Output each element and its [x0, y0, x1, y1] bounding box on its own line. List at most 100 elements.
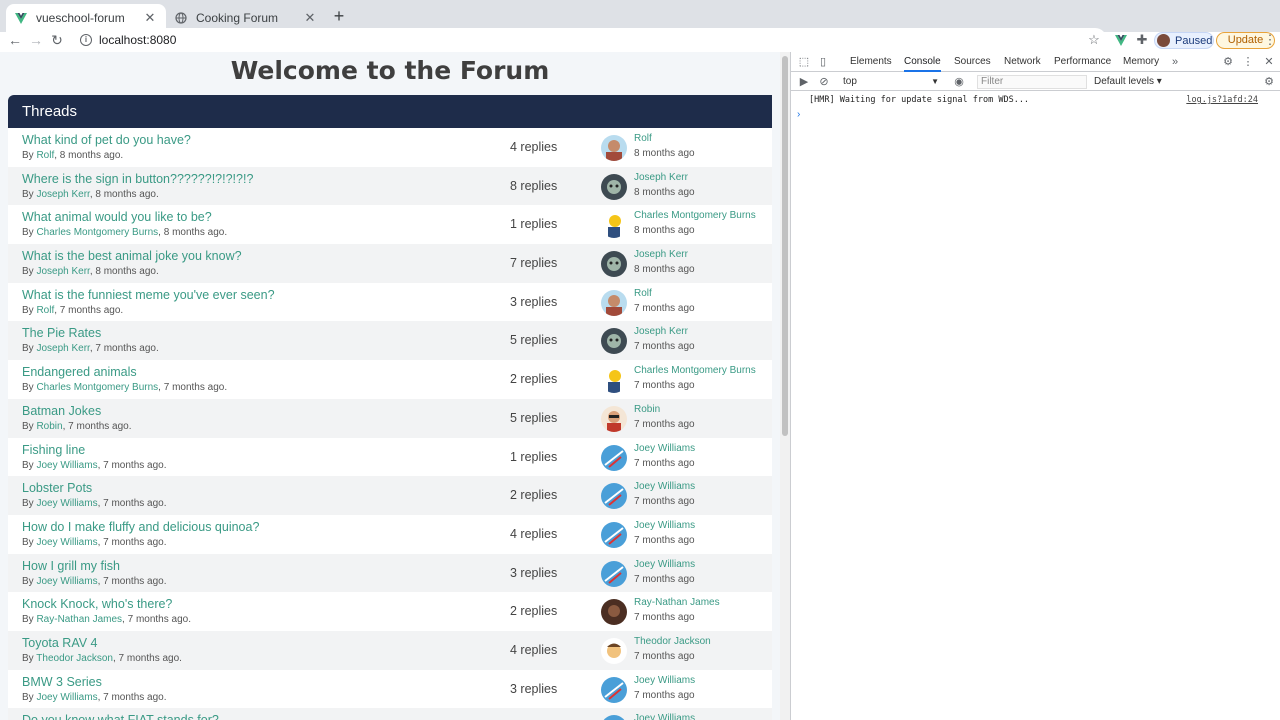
last-reply-user-link[interactable]: Ray-Nathan James: [634, 597, 720, 608]
clear-console-icon[interactable]: ⊘: [817, 75, 831, 89]
eye-icon[interactable]: ◉: [952, 75, 966, 89]
back-icon[interactable]: ←: [6, 32, 24, 48]
levels-dropdown[interactable]: Default levels ▾: [1094, 75, 1162, 89]
thread-title-link[interactable]: The Pie Rates: [22, 326, 101, 340]
avatar[interactable]: [601, 483, 627, 510]
thread-title-link[interactable]: How I grill my fish: [22, 559, 120, 573]
thread-title-link[interactable]: What is the best animal joke you know?: [22, 249, 242, 263]
thread-author-link[interactable]: Theodor Jackson: [36, 653, 113, 664]
info-icon[interactable]: i: [80, 34, 92, 46]
thread-author-link[interactable]: Charles Montgomery Burns: [36, 227, 158, 238]
reload-icon[interactable]: ↻: [48, 32, 66, 48]
thread-title-link[interactable]: Where is the sign in button??????!?!?!?!…: [22, 172, 253, 186]
avatar[interactable]: [601, 676, 627, 703]
thread-author-link[interactable]: Joey Williams: [36, 576, 97, 587]
vue-devtools-icon[interactable]: [1113, 32, 1129, 48]
thread-author-link[interactable]: Joseph Kerr: [36, 189, 89, 200]
thread-author-link[interactable]: Charles Montgomery Burns: [36, 382, 158, 393]
thread-author-link[interactable]: Rolf: [36, 150, 54, 161]
last-reply-user-link[interactable]: Joey Williams: [634, 520, 695, 531]
star-icon[interactable]: ☆: [1086, 32, 1102, 48]
forward-icon[interactable]: →: [27, 32, 45, 48]
inspect-icon[interactable]: ⬚: [797, 55, 811, 69]
last-reply-user-link[interactable]: Theodor Jackson: [634, 636, 711, 647]
last-reply-user-link[interactable]: Joseph Kerr: [634, 172, 688, 183]
scrollbar-thumb[interactable]: [782, 56, 788, 436]
avatar[interactable]: [601, 444, 627, 471]
more-tabs-icon[interactable]: »: [1168, 55, 1182, 69]
last-reply-user-link[interactable]: Joey Williams: [634, 713, 695, 720]
last-reply-user-link[interactable]: Rolf: [634, 288, 652, 299]
devtools-tab-performance[interactable]: Performance: [1054, 52, 1111, 72]
thread-title-link[interactable]: Batman Jokes: [22, 404, 101, 418]
thread-author-link[interactable]: Joseph Kerr: [36, 266, 89, 277]
avatar[interactable]: [601, 328, 627, 355]
avatar[interactable]: [601, 715, 627, 720]
devtools-tab-console[interactable]: Console: [904, 52, 941, 72]
extensions-icon[interactable]: ✚: [1134, 32, 1150, 48]
new-tab-button[interactable]: +: [330, 7, 348, 26]
last-reply-user-link[interactable]: Robin: [634, 404, 660, 415]
avatar[interactable]: [601, 251, 627, 278]
profile-paused-button[interactable]: Paused: [1154, 32, 1214, 49]
last-reply-user-link[interactable]: Joseph Kerr: [634, 326, 688, 337]
thread-author-link[interactable]: Joey Williams: [36, 537, 97, 548]
address-bar[interactable]: i localhost:8080: [72, 28, 1107, 52]
avatar[interactable]: [601, 367, 627, 394]
last-reply-user-link[interactable]: Joey Williams: [634, 559, 695, 570]
last-reply-user-link[interactable]: Joey Williams: [634, 481, 695, 492]
close-icon[interactable]: ✕: [142, 10, 158, 26]
avatar[interactable]: [601, 212, 627, 239]
thread-author-link[interactable]: Rolf: [36, 305, 54, 316]
thread-title-link[interactable]: What animal would you like to be?: [22, 210, 212, 224]
thread-title-link[interactable]: Fishing line: [22, 443, 85, 457]
thread-author-link[interactable]: Joey Williams: [36, 460, 97, 471]
avatar[interactable]: [601, 289, 627, 316]
thread-author-link[interactable]: Joseph Kerr: [36, 343, 89, 354]
thread-author-link[interactable]: Ray-Nathan James: [36, 614, 122, 625]
thread-title-link[interactable]: Lobster Pots: [22, 481, 92, 495]
devtools-tab-sources[interactable]: Sources: [954, 52, 991, 72]
thread-title-link[interactable]: Toyota RAV 4: [22, 636, 98, 650]
thread-author-link[interactable]: Joey Williams: [36, 692, 97, 703]
context-select[interactable]: top ▼: [843, 75, 939, 89]
device-toolbar-icon[interactable]: ▯: [816, 55, 830, 69]
devtools-tab-elements[interactable]: Elements: [850, 52, 892, 72]
last-reply-user-link[interactable]: Joey Williams: [634, 443, 695, 454]
avatar[interactable]: [601, 405, 627, 432]
devtools-tab-memory[interactable]: Memory: [1123, 52, 1159, 72]
thread-author-link[interactable]: Joey Williams: [36, 498, 97, 509]
avatar[interactable]: [601, 521, 627, 548]
avatar[interactable]: [601, 173, 627, 200]
avatar[interactable]: [601, 599, 627, 626]
last-reply-user-link[interactable]: Joseph Kerr: [634, 249, 688, 260]
more-menu-icon[interactable]: ⋮: [1262, 32, 1278, 48]
thread-title-link[interactable]: What is the funniest meme you've ever se…: [22, 288, 275, 302]
page-scrollbar[interactable]: [780, 52, 790, 720]
avatar[interactable]: [601, 637, 627, 664]
console-settings-icon[interactable]: ⚙: [1262, 75, 1276, 89]
thread-title-link[interactable]: BMW 3 Series: [22, 675, 102, 689]
filter-input[interactable]: Filter: [977, 75, 1087, 89]
last-reply-user-link[interactable]: Rolf: [634, 133, 652, 144]
last-reply-user-link[interactable]: Joey Williams: [634, 675, 695, 686]
close-icon[interactable]: ✕: [302, 10, 318, 26]
sidebar-toggle-icon[interactable]: ▶: [797, 75, 811, 89]
kebab-menu-icon[interactable]: ⋮: [1241, 55, 1255, 69]
avatar[interactable]: [601, 560, 627, 587]
thread-title-link[interactable]: Knock Knock, who's there?: [22, 597, 172, 611]
thread-title-link[interactable]: Endangered animals: [22, 365, 137, 379]
console-message-source[interactable]: log.js?1afd:24: [1186, 95, 1258, 105]
thread-title-link[interactable]: How do I make fluffy and delicious quino…: [22, 520, 259, 534]
devtools-tab-network[interactable]: Network: [1004, 52, 1041, 72]
last-reply-user-link[interactable]: Charles Montgomery Burns: [634, 210, 756, 221]
avatar[interactable]: [601, 135, 627, 161]
console-prompt[interactable]: ›: [797, 109, 800, 120]
gear-icon[interactable]: ⚙: [1221, 55, 1235, 69]
thread-row: How I grill my fish By Joey Williams, 7 m…: [8, 553, 772, 593]
thread-author-link[interactable]: Robin: [36, 421, 62, 432]
thread-title-link[interactable]: What kind of pet do you have?: [22, 133, 191, 147]
thread-title-link[interactable]: Do you know what FIAT stands for?: [22, 713, 219, 720]
last-reply-user-link[interactable]: Charles Montgomery Burns: [634, 365, 756, 376]
close-icon[interactable]: ✕: [1262, 55, 1276, 69]
